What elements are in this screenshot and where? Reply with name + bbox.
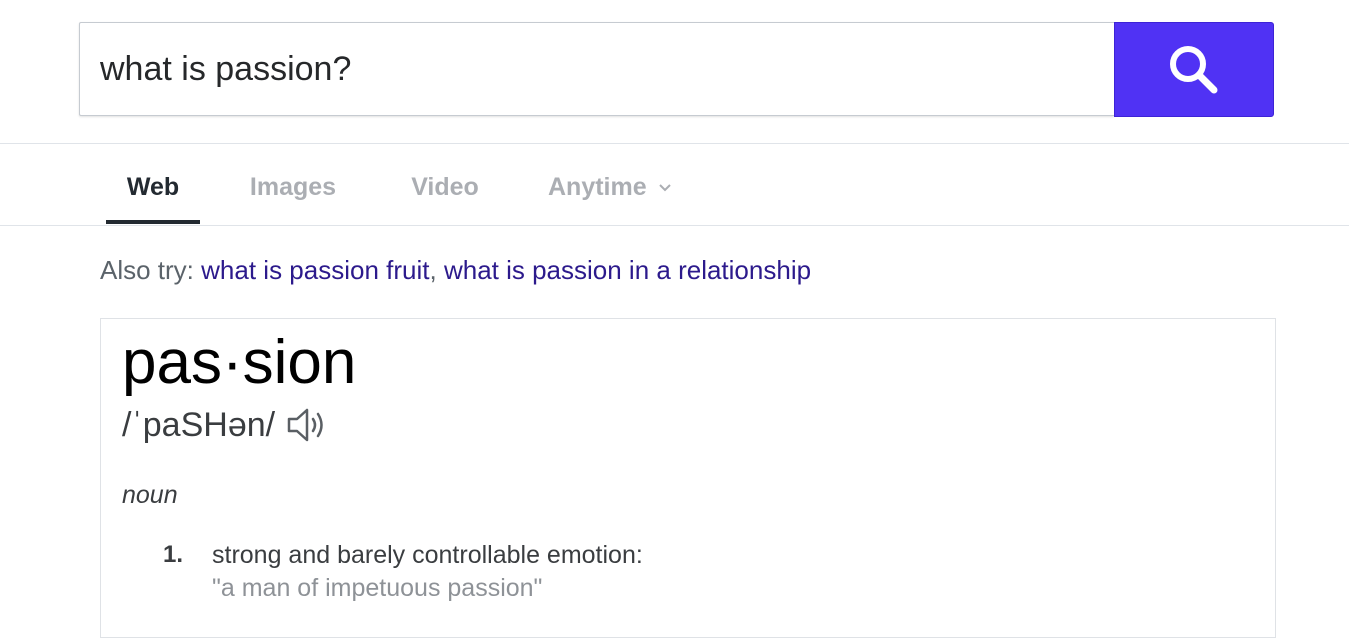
- sense-number: 1.: [163, 541, 184, 568]
- suggestion-link[interactable]: what is passion in a relationship: [444, 255, 811, 285]
- search-header: [0, 0, 1349, 144]
- search-input[interactable]: [100, 23, 1090, 115]
- tab-video[interactable]: Video: [400, 144, 490, 224]
- speaker-icon[interactable]: [285, 405, 333, 445]
- tab-label: Video: [411, 173, 479, 201]
- search-tabs: Web Images Video Anytime: [0, 144, 1349, 226]
- part-of-speech: noun: [122, 481, 178, 509]
- tab-label: Images: [249, 173, 337, 201]
- definition-word: pas·sion: [122, 328, 357, 397]
- search-button[interactable]: [1114, 22, 1274, 117]
- search-box: [79, 22, 1114, 116]
- active-tab-indicator: [106, 220, 200, 224]
- chevron-down-icon: [658, 184, 671, 192]
- pronunciation: /ˈpaSHən/: [122, 405, 276, 444]
- tab-images[interactable]: Images: [238, 144, 348, 224]
- tab-label: Anytime: [548, 173, 647, 201]
- tab-label: Web: [126, 173, 180, 201]
- tab-web[interactable]: Web: [106, 144, 200, 224]
- suggestion-separator: ,: [429, 255, 437, 285]
- sense-definition: strong and barely controllable emotion:: [212, 541, 643, 569]
- sense-example: "a man of impetuous passion": [212, 574, 543, 602]
- pronunciation-row: /ˈpaSHən/: [122, 405, 333, 445]
- search-icon: [1170, 45, 1218, 93]
- tab-anytime-dropdown[interactable]: Anytime: [548, 144, 682, 224]
- definition-card: pas·sion /ˈpaSHən/ noun 1. strong and ba…: [100, 318, 1276, 638]
- also-try: Also try: what is passion fruit, what is…: [100, 255, 811, 286]
- also-try-label: Also try:: [100, 255, 194, 285]
- suggestion-link[interactable]: what is passion fruit: [201, 255, 429, 285]
